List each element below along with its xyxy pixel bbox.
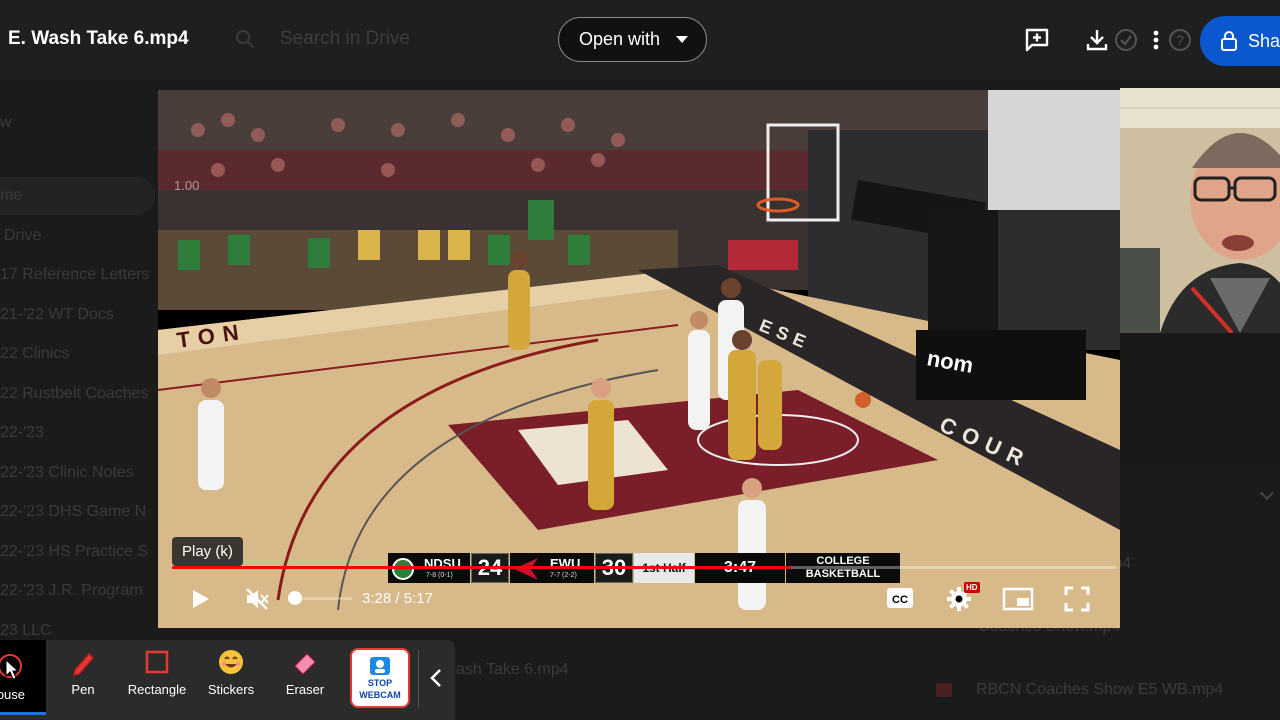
pen-tool-button[interactable]: Pen (48, 648, 118, 712)
sidebar-item-folder[interactable]: 22-'23 J.R. Program (0, 582, 143, 600)
file-title: E. Wash Take 6.mp4 (8, 28, 189, 49)
progress-bar[interactable] (172, 566, 1116, 569)
svg-text:CC: CC (892, 594, 908, 606)
stop-webcam-label-1: STOP (367, 678, 393, 688)
file-row-name[interactable]: RBCN Coaches Show E5 WB.mp4 (976, 681, 1223, 699)
mouse-cursor-icon (0, 654, 22, 680)
stickers-tool-label: Stickers (207, 682, 255, 697)
sidebar-item-drive[interactable]: Drive (4, 227, 41, 245)
download-icon[interactable] (1083, 26, 1111, 54)
eraser-tool-label: Eraser (285, 682, 325, 697)
miniplayer-icon[interactable] (1002, 587, 1034, 611)
lock-icon (1221, 31, 1237, 51)
search-input[interactable]: Search in Drive (280, 28, 410, 50)
play-tooltip: Play (k) (172, 537, 243, 566)
search-icon[interactable] (233, 27, 257, 51)
sidebar-item-folder[interactable]: 22 Clinics (0, 345, 69, 363)
hd-badge: HD (964, 582, 980, 593)
active-tool-indicator (0, 712, 46, 715)
volume-muted-icon[interactable] (244, 586, 270, 612)
file-row-name[interactable]: ash Take 6.mp4 (456, 661, 569, 679)
caret-down-icon (676, 36, 689, 43)
video-player[interactable]: TON ESE COUR nom 1.00 Play (k) NDSU 7-8 … (158, 90, 1120, 628)
time-display: 3:28 / 5:17 (362, 590, 433, 607)
away-team-record: 7-8 (0-1) (426, 572, 453, 579)
network-line2: BASKETBALL (805, 568, 881, 580)
video-file-icon (936, 683, 952, 697)
webcam-person-image (1120, 88, 1280, 333)
sidebar-item-folder[interactable]: 22-'23 HS Practice S (0, 543, 148, 561)
sidebar-item-folder[interactable]: 22-'23 (0, 424, 44, 442)
sidebar-item-folder[interactable]: 22-'23 DHS Game N (0, 503, 146, 521)
ndsu-logo-icon (392, 558, 414, 580)
sticker-emoji-icon (219, 650, 243, 674)
sidebar-item-folder[interactable]: 22 Rustbelt Coaches (0, 385, 149, 403)
mouse-tool-button[interactable]: Mouse (0, 640, 46, 714)
volume-slider-knob[interactable] (288, 591, 302, 605)
sidebar-active-highlight (0, 177, 155, 215)
rectangle-tool-label: Rectangle (127, 682, 187, 697)
sidebar-item-folder[interactable]: 23 LLC (0, 622, 52, 640)
share-label: Share (1248, 30, 1280, 51)
play-icon[interactable] (188, 587, 212, 611)
stickers-tool-button[interactable]: Stickers (196, 648, 266, 712)
check-circle-icon[interactable] (1112, 26, 1140, 54)
video-frame: TON ESE COUR nom 1.00 (158, 90, 1120, 628)
webcam-icon (370, 657, 390, 675)
help-icon[interactable]: ? (1166, 26, 1194, 54)
toolbar-divider (418, 650, 419, 708)
rectangle-tool-button[interactable]: Rectangle (122, 648, 192, 712)
pen-tool-label: Pen (71, 682, 95, 697)
home-team-record: 7-7 (2-2) (550, 572, 577, 579)
rectangle-icon (145, 650, 169, 674)
open-with-button[interactable]: Open with (558, 17, 707, 62)
chevron-left-icon[interactable] (426, 666, 446, 690)
add-comment-icon[interactable] (1023, 26, 1051, 54)
progress-played (172, 566, 792, 569)
sidebar-item-folder[interactable]: 21-'22 WT Docs (0, 306, 114, 324)
sidebar-item-folder[interactable]: 17 Reference Letters (0, 266, 149, 284)
stop-webcam-label-2: WEBCAM (359, 690, 401, 700)
sidebar-item[interactable]: w (0, 114, 12, 132)
sidebar-item-home[interactable]: me (0, 187, 22, 205)
svg-text:?: ? (1176, 32, 1184, 48)
overlay-speed: 1.00 (174, 178, 199, 193)
ewu-logo-icon (514, 558, 538, 580)
eraser-icon (294, 653, 316, 675)
share-button[interactable]: Share (1200, 16, 1280, 66)
stop-webcam-button[interactable]: STOP WEBCAM (350, 648, 410, 708)
fullscreen-icon[interactable] (1064, 586, 1090, 612)
captions-icon[interactable]: CC (886, 587, 914, 609)
sidebar-item-folder[interactable]: 22-'23 Clinic Notes (0, 464, 134, 482)
pen-icon (73, 652, 95, 676)
webcam-feed (1120, 88, 1280, 333)
mouse-tool-label: Mouse (0, 687, 26, 702)
open-with-label: Open with (579, 29, 661, 49)
webcam-shadow-area (1120, 333, 1280, 465)
eraser-tool-button[interactable]: Eraser (270, 648, 340, 712)
